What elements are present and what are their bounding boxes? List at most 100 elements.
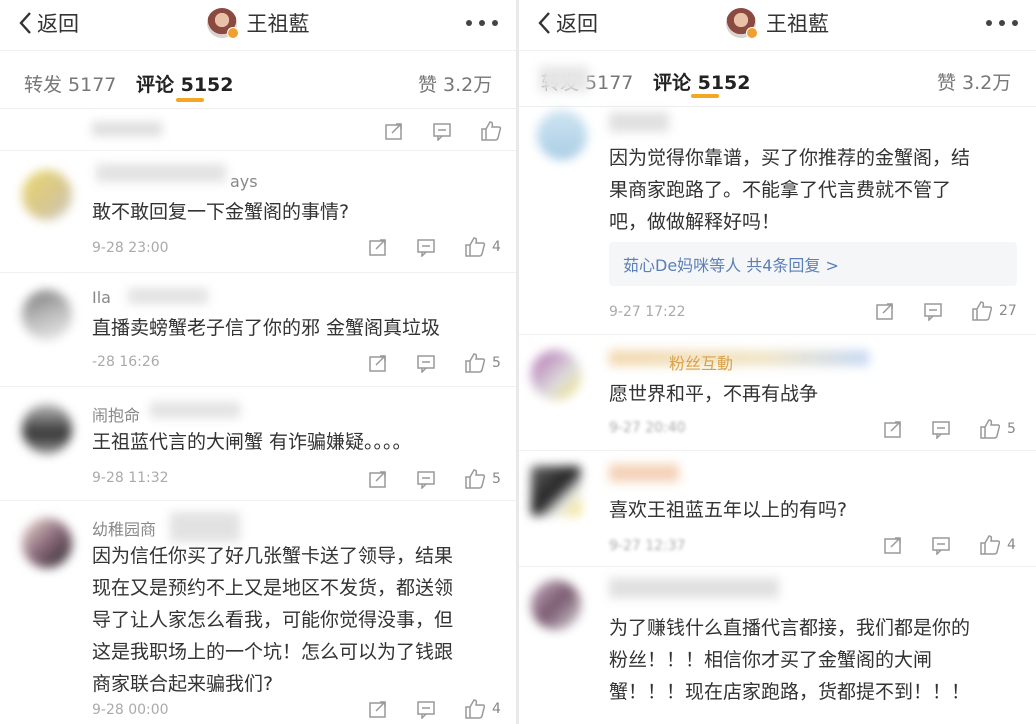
- comment-text: 因为觉得你靠谱，买了你推荐的金蟹阁，结 果商家跑路了。不能拿了代言费就不管了 吧…: [609, 142, 970, 238]
- comment-icon[interactable]: [931, 419, 951, 439]
- comment-line: 这是我职场上的一个坑！怎么可以为了钱跟: [92, 641, 454, 663]
- like-button[interactable]: 4: [464, 698, 501, 720]
- share-icon[interactable]: [883, 535, 903, 555]
- tabs-bar: 转发 5177 评论 5152 赞 3.2万: [519, 52, 1036, 107]
- comment-line: 粉丝！！！相信你才买了金蟹阁的大闸: [609, 649, 933, 671]
- avatar[interactable]: [206, 8, 239, 39]
- comment-author[interactable]: Ila: [92, 288, 111, 307]
- tab-indicator: [176, 98, 204, 102]
- comment-line: 果商家跑路了。不能拿了代言费就不管了: [609, 179, 952, 201]
- avatar[interactable]: [531, 466, 581, 516]
- comment-actions: 5: [883, 418, 1016, 440]
- comment-line: 吧，做做解释好吗！: [609, 211, 781, 233]
- like-count: 27: [999, 303, 1017, 319]
- separator: [0, 386, 516, 387]
- avatar[interactable]: [22, 518, 72, 568]
- tab-likes[interactable]: 赞 3.2万: [937, 68, 1011, 95]
- nav-bar: 返回 王祖藍: [519, 0, 1036, 51]
- comment-author[interactable]: 粉丝互動: [669, 350, 733, 374]
- reply-thread-link[interactable]: 茹心De妈咪等人 共4条回复 >: [609, 242, 1017, 286]
- comment-text: 为了赚钱什么直播代言都接，我们都是你的 粉丝！！！相信你才买了金蟹阁的大闸 蟹！…: [609, 612, 970, 708]
- share-icon[interactable]: [368, 699, 388, 719]
- blurred-name: [128, 288, 208, 304]
- like-icon: [465, 699, 486, 719]
- comment-line: 为了赚钱什么直播代言都接，我们都是你的: [609, 617, 971, 639]
- comment-author[interactable]: ays: [230, 172, 258, 191]
- comment-line: 蟹！！！现在店家跑路，货都提不到！！！: [609, 681, 971, 703]
- separator: [519, 334, 1036, 335]
- tab-comments[interactable]: 评论 5152: [653, 68, 751, 95]
- comment-time: 9-28 00:00: [92, 702, 169, 718]
- like-icon: [980, 419, 1001, 439]
- more-menu-icon[interactable]: [986, 20, 1018, 26]
- share-icon[interactable]: [384, 121, 404, 141]
- like-icon: [980, 535, 1001, 555]
- share-icon[interactable]: [368, 353, 388, 373]
- comment-text: 王祖蓝代言的大闸蟹 有诈骗嫌疑。。。。: [92, 431, 412, 453]
- comment-time: 9-27 20:40: [609, 420, 686, 436]
- comment-author[interactable]: 幼稚园商: [92, 516, 156, 540]
- comment-icon[interactable]: [931, 535, 951, 555]
- comment-time: 9-28 23:00: [92, 240, 169, 256]
- blurred-name: [96, 164, 226, 182]
- tab-likes[interactable]: 赞 3.2万: [418, 70, 492, 97]
- like-button[interactable]: 5: [464, 468, 501, 490]
- more-menu-icon[interactable]: [466, 20, 498, 26]
- blurred-name: [609, 464, 679, 482]
- share-icon[interactable]: [883, 419, 903, 439]
- comment-icon[interactable]: [416, 237, 436, 257]
- like-button[interactable]: 4: [979, 534, 1016, 556]
- like-count: 4: [1007, 537, 1016, 553]
- avatar[interactable]: [22, 404, 72, 454]
- page-title: 王祖藍: [0, 8, 516, 39]
- like-button[interactable]: 27: [971, 300, 1017, 322]
- comment-time: 9-27 17:22: [609, 304, 686, 320]
- like-button[interactable]: 4: [464, 236, 501, 258]
- comment-text: 喜欢王祖蓝五年以上的有吗?: [609, 499, 848, 521]
- comment-icon[interactable]: [416, 469, 436, 489]
- comment-icon[interactable]: [416, 699, 436, 719]
- separator: [0, 500, 516, 501]
- comment-icon[interactable]: [416, 353, 436, 373]
- comment-text: 愿世界和平，不再有战争: [609, 383, 819, 405]
- comment-line: 因为信任你买了好几张蟹卡送了领导，结果: [92, 545, 454, 567]
- comment-author[interactable]: 闹抱命: [92, 402, 140, 426]
- comment-line: 现在又是预约不上又是地区不发货，都送领: [92, 577, 454, 599]
- like-icon[interactable]: [480, 120, 502, 142]
- tab-repost[interactable]: 转发 5177: [24, 70, 116, 97]
- blurred-name: [609, 578, 779, 598]
- like-button[interactable]: 5: [979, 418, 1016, 440]
- blurred-timestamp: [92, 122, 162, 136]
- comment-icon[interactable]: [923, 301, 943, 321]
- right-screenshot: 返回 王祖藍 转发 5177 评论 5152 赞 3.2万 因为觉得你靠谱，买了…: [519, 0, 1036, 724]
- avatar[interactable]: [726, 8, 758, 39]
- comment-icon[interactable]: [432, 121, 452, 141]
- like-button[interactable]: 5: [464, 352, 501, 374]
- comment-line: 商家联合起来骗我们?: [92, 673, 274, 695]
- blurred-name: [609, 112, 669, 132]
- separator: [0, 150, 516, 151]
- like-count: 5: [492, 471, 501, 487]
- avatar[interactable]: [531, 580, 581, 630]
- blurred-area: [539, 66, 589, 92]
- avatar[interactable]: [22, 170, 72, 220]
- page-title: 王祖藍: [519, 8, 1036, 39]
- comment-actions: 4: [368, 698, 501, 720]
- avatar[interactable]: [531, 350, 581, 400]
- title-text: 王祖藍: [246, 12, 310, 36]
- separator: [519, 450, 1036, 451]
- separator: [519, 566, 1036, 567]
- avatar[interactable]: [537, 110, 587, 160]
- like-count: 4: [492, 239, 501, 255]
- avatar[interactable]: [22, 290, 72, 340]
- tab-comments[interactable]: 评论 5152: [136, 70, 234, 97]
- share-icon[interactable]: [368, 469, 388, 489]
- comment-line: 导了让人家怎么看我，可能你觉得没事，但: [92, 609, 454, 631]
- blurred-name: [170, 512, 240, 542]
- comment-time: -28 16:26: [92, 354, 160, 370]
- comment-actions: 5: [368, 468, 501, 490]
- share-icon[interactable]: [875, 301, 895, 321]
- title-text: 王祖藍: [766, 12, 829, 36]
- share-icon[interactable]: [368, 237, 388, 257]
- comment-text: 敢不敢回复一下金蟹阁的事情?: [92, 201, 350, 223]
